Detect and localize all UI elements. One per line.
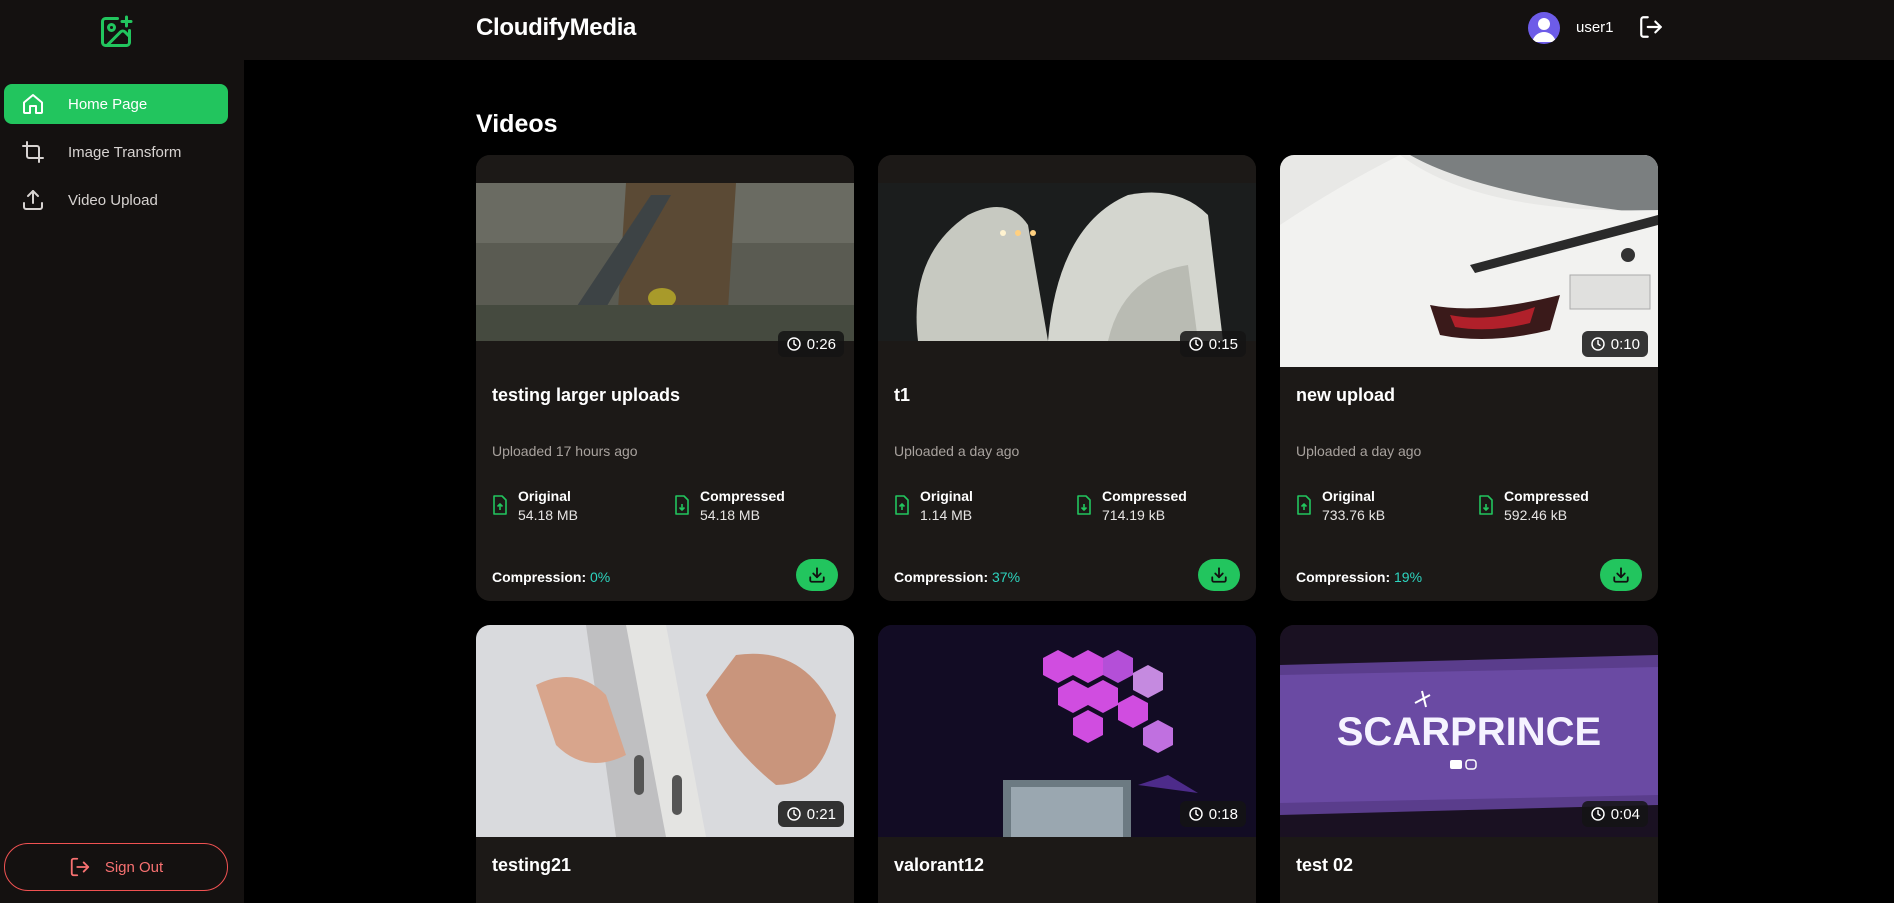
- file-down-icon: [1479, 495, 1493, 515]
- duration-badge: 0:04: [1581, 801, 1648, 827]
- video-title: valorant12: [894, 855, 985, 875]
- video-thumbnail[interactable]: 0:18: [878, 625, 1256, 837]
- duration-text: 0:18: [1208, 805, 1238, 823]
- original-value: 733.76 kB: [1322, 507, 1386, 523]
- add-image-icon[interactable]: [98, 14, 134, 50]
- file-up-icon: [895, 495, 909, 515]
- video-title: test 02: [1296, 855, 1354, 875]
- download-button[interactable]: [796, 559, 838, 591]
- clock-icon: [1189, 337, 1203, 351]
- compressed-value: 592.46 kB: [1504, 507, 1568, 523]
- compressed-value: 714.19 kB: [1102, 507, 1166, 523]
- file-up-icon: [493, 495, 507, 515]
- download-icon: [1613, 567, 1629, 583]
- video-title: testing21: [492, 855, 572, 875]
- video-card[interactable]: 0:18 valorant12: [878, 625, 1256, 903]
- duration-text: 0:21: [806, 805, 836, 823]
- sidebar-item-image-transform[interactable]: Image Transform: [4, 132, 228, 172]
- compressed-label: Compressed: [700, 488, 785, 504]
- compression-label: Compression:: [492, 569, 587, 585]
- avatar[interactable]: [1528, 12, 1560, 44]
- video-thumbnail[interactable]: 0:15: [878, 155, 1256, 367]
- compression-stat: Compression: 19%: [1296, 569, 1422, 585]
- upload-time: Uploaded a day ago: [1296, 443, 1422, 459]
- sign-out-label: Sign Out: [104, 858, 164, 876]
- compression-value: 37%: [992, 569, 1021, 585]
- duration-text: 0:26: [806, 335, 836, 353]
- duration-text: 0:04: [1610, 805, 1640, 823]
- video-thumbnail[interactable]: SCARPRINCE 0:04: [1280, 625, 1658, 837]
- duration-badge: 0:21: [777, 801, 844, 827]
- log-out-icon: [69, 855, 93, 879]
- file-up-icon: [1297, 495, 1311, 515]
- original-size: Original 1.14 MB: [894, 487, 973, 525]
- duration-badge: 0:10: [1581, 331, 1648, 357]
- original-value: 1.14 MB: [920, 507, 973, 523]
- download-icon: [809, 567, 825, 583]
- original-label: Original: [518, 488, 571, 504]
- video-title: t1: [894, 385, 911, 405]
- log-out-icon[interactable]: [1638, 14, 1664, 40]
- video-thumbnail[interactable]: 0:26: [476, 155, 854, 367]
- download-button[interactable]: [1198, 559, 1240, 591]
- video-card[interactable]: 0:26 testing larger uploads Uploaded 17 …: [476, 155, 854, 601]
- clock-icon: [1189, 807, 1203, 821]
- download-icon: [1211, 567, 1227, 583]
- compression-value: 19%: [1394, 569, 1423, 585]
- clock-icon: [787, 807, 801, 821]
- compressed-size: Compressed 54.18 MB: [674, 487, 785, 525]
- app-title[interactable]: CloudifyMedia: [476, 14, 636, 42]
- original-value: 54.18 MB: [518, 507, 578, 523]
- video-card[interactable]: SCARPRINCE 0:04 test 02: [1280, 625, 1658, 903]
- compressed-label: Compressed: [1102, 488, 1187, 504]
- sidebar-item-video-upload[interactable]: Video Upload: [4, 180, 228, 220]
- sidebar: Home Page Image Transform Video Upload S…: [0, 0, 244, 903]
- sidebar-item-label: Image Transform: [68, 143, 182, 161]
- crop-icon: [20, 139, 46, 165]
- sidebar-item-label: Video Upload: [68, 191, 158, 209]
- video-thumbnail[interactable]: 0:10: [1280, 155, 1658, 367]
- download-button[interactable]: [1600, 559, 1642, 591]
- thumbnail-text: SCARPRINCE: [1337, 710, 1601, 754]
- file-down-icon: [675, 495, 689, 515]
- clock-icon: [1591, 337, 1605, 351]
- video-card[interactable]: 0:10 new upload Uploaded a day ago Origi…: [1280, 155, 1658, 601]
- video-thumbnail[interactable]: 0:21: [476, 625, 854, 837]
- video-card[interactable]: 0:15 t1 Uploaded a day ago Original 1.14 …: [878, 155, 1256, 601]
- upload-icon: [20, 187, 46, 213]
- video-title: new upload: [1296, 385, 1395, 405]
- original-label: Original: [920, 488, 973, 504]
- original-label: Original: [1322, 488, 1375, 504]
- file-down-icon: [1077, 495, 1091, 515]
- compression-value: 0%: [590, 569, 611, 585]
- compression-stat: Compression: 37%: [894, 569, 1020, 585]
- compressed-size: Compressed 592.46 kB: [1478, 487, 1589, 525]
- duration-text: 0:10: [1610, 335, 1640, 353]
- sidebar-item-label: Home Page: [68, 95, 148, 113]
- duration-badge: 0:15: [1179, 331, 1246, 357]
- upload-time: Uploaded a day ago: [894, 443, 1020, 459]
- home-icon: [20, 91, 46, 117]
- video-title: testing larger uploads: [492, 385, 681, 405]
- username: user1: [1576, 19, 1614, 36]
- page-title: Videos: [476, 110, 558, 138]
- duration-badge: 0:18: [1179, 801, 1246, 827]
- sidebar-item-home[interactable]: Home Page: [4, 84, 228, 124]
- compressed-value: 54.18 MB: [700, 507, 760, 523]
- compression-stat: Compression: 0%: [492, 569, 610, 585]
- original-size: Original 733.76 kB: [1296, 487, 1385, 525]
- clock-icon: [1591, 807, 1605, 821]
- compressed-size: Compressed 714.19 kB: [1076, 487, 1187, 525]
- compression-label: Compression:: [894, 569, 989, 585]
- video-card[interactable]: 0:21 testing21: [476, 625, 854, 903]
- upload-time: Uploaded 17 hours ago: [492, 443, 638, 459]
- clock-icon: [787, 337, 801, 351]
- duration-text: 0:15: [1208, 335, 1238, 353]
- original-size: Original 54.18 MB: [492, 487, 578, 525]
- duration-badge: 0:26: [777, 331, 844, 357]
- sign-out-button[interactable]: Sign Out: [4, 843, 228, 891]
- compressed-label: Compressed: [1504, 488, 1589, 504]
- compression-label: Compression:: [1296, 569, 1391, 585]
